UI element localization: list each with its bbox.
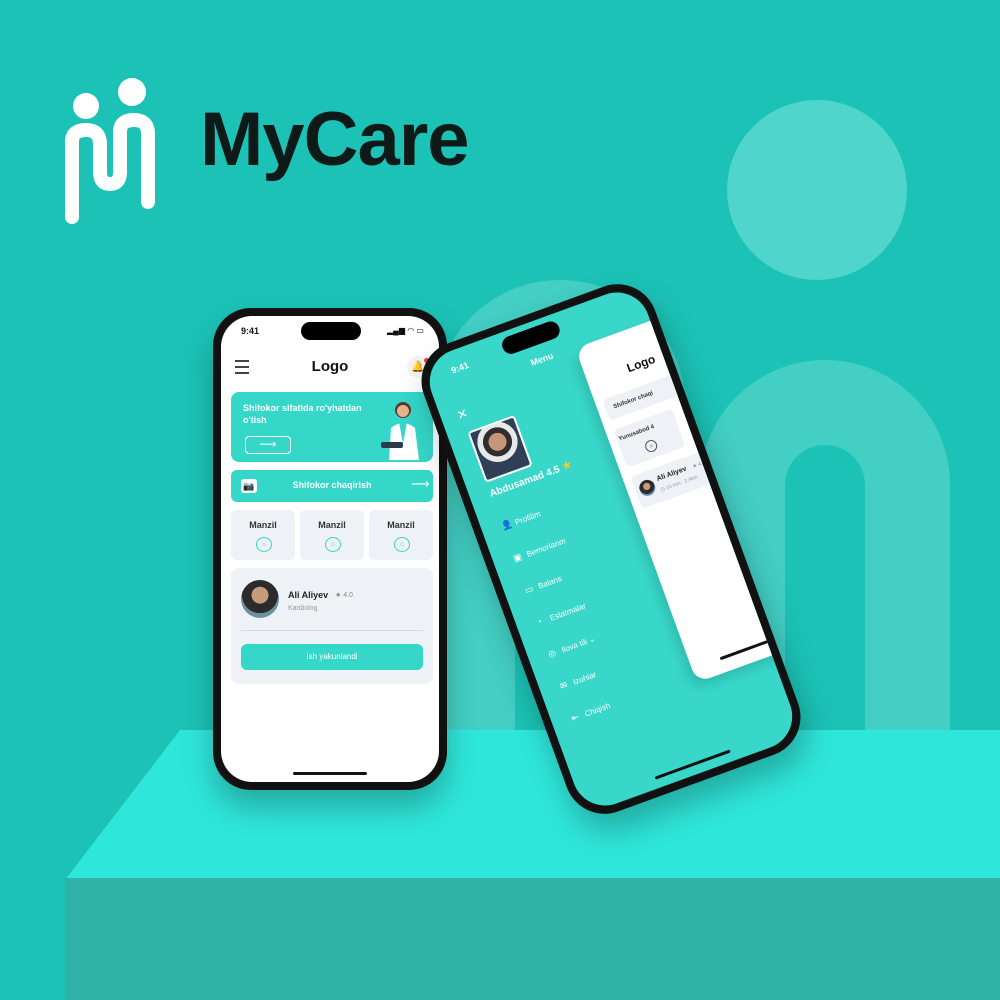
pedestal-front bbox=[65, 878, 1000, 1000]
brand-name: MyCare bbox=[200, 97, 470, 182]
address-card[interactable]: Manzil ⌂ bbox=[231, 510, 295, 560]
call-doctor-button[interactable]: Shifokor chaqi bbox=[602, 362, 714, 421]
address-card[interactable]: Yunusabod 4 ⌂ bbox=[613, 408, 686, 468]
location-icon: ⌂ bbox=[256, 537, 272, 552]
avatar bbox=[637, 477, 658, 499]
location-icon: ⌂ bbox=[643, 438, 659, 454]
home-indicator bbox=[293, 772, 367, 775]
doctor-card: Ali Aliyev ★ 4.0 Kardiolog Ish yakunland… bbox=[231, 568, 433, 684]
doctor-signup-banner[interactable]: Shifokor sifatida ro'yhatdan o'tish ⟶ bbox=[231, 392, 433, 462]
address-label: Manzil bbox=[318, 520, 346, 530]
banner-title: Shifokor sifatida ro'yhatdan o'tish bbox=[243, 403, 362, 425]
menu-item-label: Profilim bbox=[513, 509, 542, 527]
menu-item-label: Izohlar bbox=[571, 669, 598, 687]
close-icon[interactable]: ✕ bbox=[455, 405, 471, 424]
doctor-rating: ★ 4.0 bbox=[335, 592, 353, 599]
menu-item-label: Chiqish bbox=[583, 701, 612, 719]
avatar bbox=[241, 580, 279, 618]
address-card[interactable]: Manzil ⌂ bbox=[369, 510, 433, 560]
doctor-specialty: Kardiolog bbox=[288, 605, 318, 612]
call-doctor-label: Shifokor chaqirish bbox=[292, 480, 372, 490]
status-icons: ▂▄▆ ◠ ▭ bbox=[387, 326, 424, 335]
menu-item-label: Balans bbox=[536, 573, 564, 591]
status-time: 9:41 bbox=[449, 359, 471, 376]
arrow-right-icon: ⟶ bbox=[411, 476, 430, 491]
banner-arrow-button[interactable]: ⟶ bbox=[245, 436, 291, 454]
menu-item-label: Bemorlarim bbox=[525, 536, 567, 559]
home-screen: 9:41 ▂▄▆ ◠ ▭ Logo 🔔 Shifokor sifatida ro… bbox=[221, 316, 439, 782]
finish-job-button[interactable]: Ish yakunlandi bbox=[241, 644, 423, 670]
status-time: 9:41 bbox=[241, 326, 260, 336]
address-card[interactable]: Manzil ⌂ bbox=[300, 510, 364, 560]
chevron-down-icon: ⌄ bbox=[587, 634, 597, 645]
app-logo: Logo bbox=[624, 351, 658, 376]
menu-item-label: Eslatmalar bbox=[548, 601, 588, 623]
doctor-name: Ali Aliyev bbox=[288, 590, 329, 600]
dynamic-island bbox=[301, 322, 361, 340]
phone-left: 9:41 ▂▄▆ ◠ ▭ Logo 🔔 Shifokor sifatida ro… bbox=[213, 308, 447, 790]
doctor-illustration bbox=[381, 402, 419, 460]
background-circle bbox=[727, 100, 907, 280]
location-icon: ⌂ bbox=[325, 537, 341, 552]
location-icon: ⌂ bbox=[394, 537, 410, 552]
star-icon: ★ bbox=[559, 456, 575, 474]
address-label: Manzil bbox=[249, 520, 277, 530]
pedestal-top bbox=[65, 730, 1000, 880]
home-indicator bbox=[719, 636, 778, 661]
doctor-rating: ★ 4.0 bbox=[691, 459, 706, 470]
address-label: Manzil bbox=[387, 520, 415, 530]
mycare-logo-icon bbox=[65, 78, 155, 224]
menu-item-label: Ilova tili bbox=[560, 637, 589, 655]
call-doctor-button[interactable]: 📷 Shifokor chaqirish ⟶ bbox=[231, 470, 433, 502]
divider bbox=[241, 630, 423, 631]
